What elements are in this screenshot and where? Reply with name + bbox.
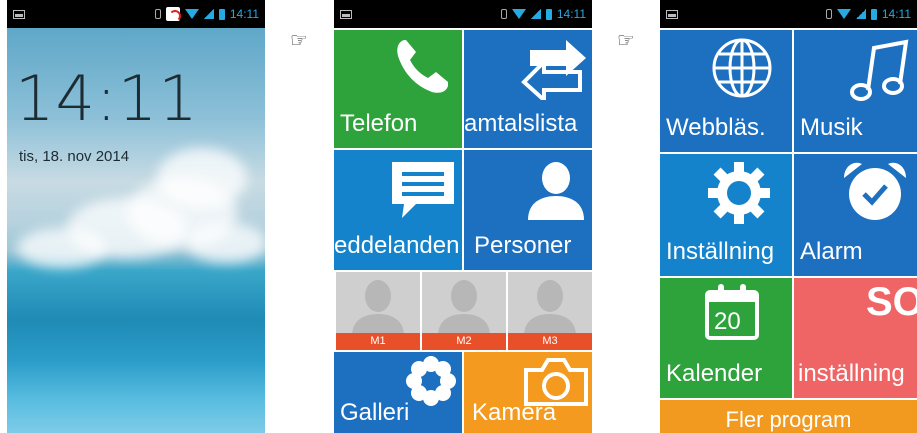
status-bar: 14:11 — [334, 0, 592, 28]
sos-tile[interactable]: SOS inställning — [794, 278, 917, 398]
pointing-hand-icon: ☞ — [290, 30, 308, 52]
lock-date: tis, 18. nov 2014 — [19, 148, 130, 165]
calendar-day: 20 — [714, 308, 741, 335]
vibrate-icon — [825, 9, 832, 19]
wifi-icon — [511, 9, 526, 19]
lock-screen: 14:11 14:11 tis, 18. nov 2014 — [7, 0, 265, 433]
wifi-icon — [184, 9, 199, 19]
contacts-label: Personer — [474, 232, 572, 259]
screenshot-icon — [340, 9, 352, 19]
phone-icon — [397, 40, 448, 93]
contacts-tile[interactable]: Personer — [464, 150, 592, 270]
home-screen-2: 14:11 Webbläs. Musik Inställning Alarm 2… — [660, 0, 917, 433]
sos-settings-label: inställning — [798, 360, 905, 387]
music-label: Musik — [800, 114, 863, 141]
message-icon — [392, 162, 454, 218]
vibrate-icon — [500, 9, 507, 19]
pointing-hand-icon: ☞ — [617, 30, 635, 52]
battery-icon — [870, 8, 877, 20]
messages-tile[interactable]: eddelanden — [334, 150, 462, 270]
calendar-tile[interactable]: 20 Kalender — [660, 278, 792, 398]
screenshot-icon — [13, 9, 25, 19]
camera-label: Kamera — [472, 399, 557, 426]
call-log-tile[interactable]: amtalslista — [464, 30, 592, 148]
swap-arrows-icon — [521, 40, 586, 100]
gear-icon — [708, 162, 770, 224]
person-icon — [438, 280, 490, 336]
speed-dial-label: M3 — [508, 333, 592, 350]
phone-tile[interactable]: Telefon — [334, 30, 462, 148]
speed-dial-2[interactable]: M2 — [422, 272, 506, 350]
screenshot-icon — [666, 9, 678, 19]
vibrate-icon — [154, 9, 161, 19]
status-time: 14:11 — [556, 7, 586, 21]
gallery-tile[interactable]: Galleri — [334, 352, 462, 433]
gallery-label: Galleri — [340, 399, 410, 426]
alarm-label: Alarm — [800, 238, 863, 265]
phone-label: Telefon — [340, 110, 418, 137]
speed-dial-3[interactable]: M3 — [508, 272, 592, 350]
nfc-icon — [165, 7, 181, 22]
globe-icon — [712, 38, 772, 98]
call-log-label: amtalslista — [464, 110, 578, 137]
signal-icon — [855, 9, 866, 19]
signal-icon — [530, 9, 541, 19]
speed-dial-label: M1 — [336, 333, 420, 350]
status-time: 14:11 — [229, 7, 259, 21]
more-apps-button[interactable]: Fler program — [660, 400, 917, 433]
battery-icon — [545, 8, 552, 20]
alarm-tile[interactable]: Alarm — [794, 154, 917, 276]
messages-label: eddelanden — [334, 232, 460, 259]
browser-tile[interactable]: Webbläs. — [660, 30, 792, 152]
battery-icon — [218, 8, 225, 20]
person-icon — [528, 162, 584, 220]
music-tile[interactable]: Musik — [794, 30, 917, 152]
camera-tile[interactable]: Kamera — [464, 352, 592, 433]
status-time: 14:11 — [881, 7, 911, 21]
signal-icon — [203, 9, 214, 19]
alarm-clock-icon — [844, 162, 906, 220]
person-icon — [524, 280, 576, 336]
status-bar: 14:11 — [660, 0, 917, 28]
flower-icon — [406, 356, 456, 406]
lock-clock: 14:11 — [15, 62, 199, 135]
settings-tile[interactable]: Inställning — [660, 154, 792, 276]
status-bar: 14:11 — [7, 0, 265, 28]
calendar-label: Kalender — [666, 360, 763, 387]
wifi-icon — [836, 9, 851, 19]
speed-dial-label: M2 — [422, 333, 506, 350]
sos-title: SOS — [866, 280, 917, 324]
home-screen-1: 14:11 Telefon amtalslista eddelanden Per… — [334, 0, 592, 433]
speed-dial-1[interactable]: M1 — [336, 272, 420, 350]
music-note-icon — [850, 39, 909, 101]
settings-label: Inställning — [666, 238, 775, 265]
browser-label: Webbläs. — [666, 114, 766, 141]
person-icon — [352, 280, 404, 336]
